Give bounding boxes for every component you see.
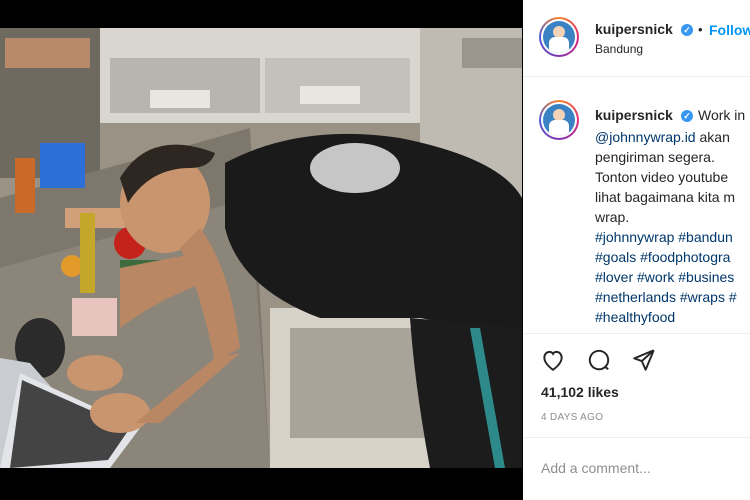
caption-first-line: Work in <box>698 107 746 123</box>
caption-line: @johnnywrap.id akan <box>595 129 730 145</box>
comment-bubble-icon[interactable] <box>586 347 612 373</box>
caption-body: @johnnywrap.id akan pengiriman segera. T… <box>595 127 750 327</box>
post-photo <box>0 28 522 468</box>
separator-dot: • <box>698 22 703 37</box>
username-link[interactable]: kuipersnick <box>595 21 673 37</box>
bottom-backdrop <box>0 468 522 500</box>
actions-divider <box>523 333 750 334</box>
caption-line: wrap. <box>595 209 630 225</box>
verified-badge-icon: ✓ <box>681 110 693 122</box>
paper-plane-icon[interactable] <box>631 347 657 373</box>
verified-badge-icon: ✓ <box>681 24 693 36</box>
mention-link[interactable]: @johnnywrap.id <box>595 129 696 145</box>
comment-bar <box>523 437 750 500</box>
post-date: 4 DAYS AGO <box>541 412 604 423</box>
hashtag-line[interactable]: #healthyfood <box>595 307 750 327</box>
caption-line: Tonton video youtube <box>595 169 729 185</box>
follow-button[interactable]: Follow <box>709 22 750 38</box>
heart-icon[interactable] <box>540 347 566 373</box>
caption-line: pengiriman segera. <box>595 149 715 165</box>
hashtag-line[interactable]: #netherlands #wraps # <box>595 287 750 307</box>
location-link[interactable]: Bandung <box>595 42 643 56</box>
avatar[interactable] <box>539 17 579 57</box>
hashtag-line[interactable]: #goals #foodphotogra <box>595 247 750 267</box>
caption-avatar[interactable] <box>539 100 579 140</box>
post-detail-panel: kuipersnick ✓ • Follow Bandung kuipersni… <box>523 0 750 500</box>
comment-input[interactable] <box>541 460 741 476</box>
hashtag-line[interactable]: #lover #work #busines <box>595 267 750 287</box>
caption-line: lihat bagaimana kita m <box>595 189 736 205</box>
likes-count[interactable]: 41,102 likes <box>541 384 619 400</box>
post-header: kuipersnick ✓ • Follow Bandung <box>523 0 750 77</box>
caption-username-link[interactable]: kuipersnick <box>595 107 673 123</box>
hashtag-line[interactable]: #johnnywrap #bandun <box>595 227 750 247</box>
